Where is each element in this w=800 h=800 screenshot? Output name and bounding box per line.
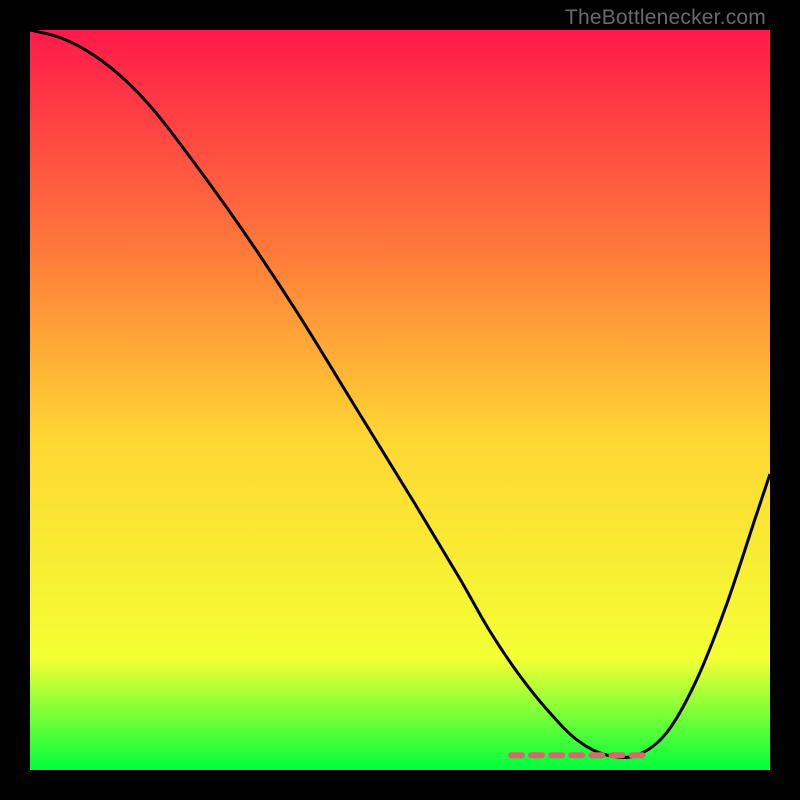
- gradient-background: [30, 30, 770, 770]
- bottleneck-chart: [30, 30, 770, 770]
- watermark-label: TheBottlenecker.com: [565, 6, 766, 30]
- chart-frame: [30, 30, 770, 770]
